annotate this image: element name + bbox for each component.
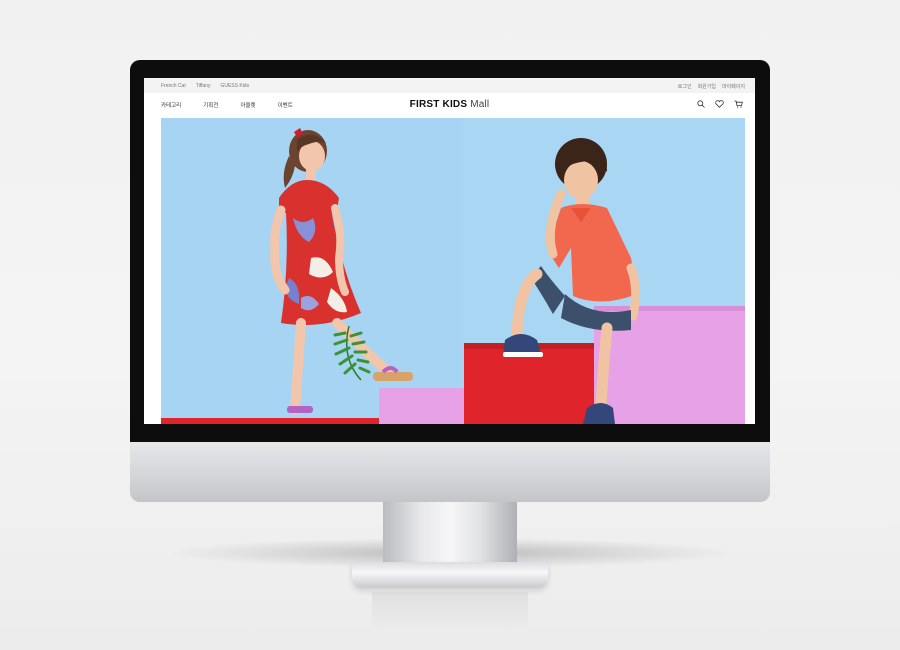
brand-link-tiffany[interactable]: Tiffany — [196, 83, 211, 89]
logo-bold: FIRST KIDS — [409, 99, 468, 110]
main-nav: 카테고리 기획전 아울렛 이벤트 FIRST KIDS Mall — [144, 93, 755, 117]
signup-link[interactable]: 회원가입 — [698, 83, 716, 90]
nav-icons — [697, 100, 743, 108]
search-icon[interactable] — [697, 100, 705, 108]
utility-bar: French Cat Tiffany GUESS Kids 로그인 회원가입 마… — [144, 78, 755, 93]
hero-image — [161, 118, 745, 424]
monitor-stand-base — [352, 562, 548, 588]
brand-links: French Cat Tiffany GUESS Kids — [161, 83, 249, 89]
heart-icon[interactable] — [715, 100, 724, 108]
login-link[interactable]: 로그인 — [678, 83, 692, 90]
monitor-chin — [130, 442, 770, 502]
red-floor-block — [161, 418, 381, 424]
monitor-screen: French Cat Tiffany GUESS Kids 로그인 회원가입 마… — [144, 78, 755, 424]
logo-light: Mall — [470, 99, 490, 110]
mypage-link[interactable]: 마이페이지 — [722, 83, 745, 90]
pink-low-block — [379, 388, 465, 424]
cart-icon[interactable] — [734, 100, 743, 108]
account-links: 로그인 회원가입 마이페이지 — [678, 83, 745, 90]
brand-link-french-cat[interactable]: French Cat — [161, 83, 186, 89]
brand-link-guess-kids[interactable]: GUESS Kids — [220, 83, 249, 89]
site-logo[interactable]: FIRST KIDS Mall — [144, 99, 755, 110]
stand-reflection — [372, 592, 528, 632]
monitor-stand-neck — [383, 500, 517, 566]
hero-banner[interactable] — [161, 118, 745, 424]
